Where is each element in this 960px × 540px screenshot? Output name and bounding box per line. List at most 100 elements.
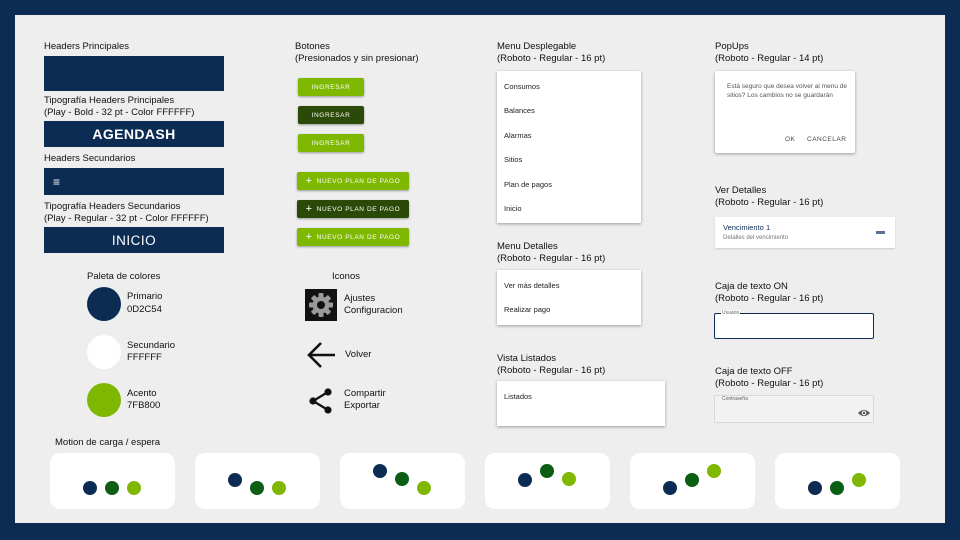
- buttons-label: Botones (Presionados y sin presionar): [295, 41, 419, 64]
- popups-label: PopUps (Roboto - Regular - 14 pt): [715, 41, 824, 64]
- swatch-primario: [87, 287, 121, 321]
- vista-listados: Listados: [497, 381, 665, 426]
- password-field-label: Contraseña: [722, 396, 748, 402]
- nuevo-plan-button[interactable]: + NUEVO PLAN DE PAGO: [297, 172, 409, 190]
- loading-dot: [250, 481, 264, 495]
- loading-dot: [228, 473, 242, 487]
- motion-label: Motion de carga / espera: [55, 437, 161, 448]
- swatch-secundario-name: Secundario: [127, 340, 176, 351]
- plus-icon: +: [305, 175, 313, 187]
- popup-message: Está seguro que desea volver al menu de …: [727, 83, 847, 99]
- icon-volver-label: Volver: [345, 349, 372, 360]
- share-icon[interactable]: [307, 387, 335, 415]
- detail-title: Vencimiento 1: [723, 223, 771, 232]
- popup-cancel-button[interactable]: CANCELAR: [807, 136, 846, 143]
- ingresar-button-label: INGRESAR: [311, 111, 351, 119]
- menu-item-inicio[interactable]: Inicio: [497, 197, 641, 222]
- loading-dot: [83, 481, 97, 495]
- icon-ajustes-label: Ajustes Configuracion: [344, 293, 403, 316]
- menu-item-balances[interactable]: Balances: [497, 99, 641, 124]
- loading-dot: [830, 481, 844, 495]
- loading-frame-6: [775, 453, 900, 509]
- menu-item-realizar-pago[interactable]: Realizar pago: [497, 298, 641, 323]
- header-title-inicio: INICIO: [111, 232, 157, 248]
- header-secundario-sample: ≡: [44, 168, 224, 195]
- swatch-primario-hex: 0D2C54: [127, 304, 162, 315]
- swatch-acento-hex: 7FB800: [127, 400, 161, 411]
- loading-dot: [518, 473, 532, 487]
- header-principal-sample: [44, 56, 224, 91]
- nuevo-plan-button-label: NUEVO PLAN DE PAGO: [316, 177, 401, 185]
- ingresar-button-label: INGRESAR: [311, 139, 351, 147]
- icons-label: Iconos: [332, 271, 360, 282]
- menu-item-alarmas[interactable]: Alarmas: [497, 123, 641, 148]
- detail-subtitle: Detalles del vencimiento: [723, 235, 789, 241]
- loading-frame-3: [340, 453, 465, 509]
- loading-dot: [685, 473, 699, 487]
- loading-dot: [373, 464, 387, 478]
- ver-detalles-label: Ver Detalles (Roboto - Regular - 16 pt): [715, 185, 824, 208]
- eye-icon[interactable]: [857, 405, 871, 416]
- plus-icon: +: [305, 203, 313, 215]
- collapse-icon[interactable]: [876, 231, 885, 234]
- loading-frame-5: [630, 453, 755, 509]
- header-secundario-typo-sample: INICIO: [44, 227, 224, 253]
- ingresar-button[interactable]: INGRESAR: [298, 78, 364, 96]
- palette-label: Paleta de colores: [87, 271, 161, 282]
- detail-card[interactable]: Vencimiento 1 Detalles del vencimiento: [715, 217, 895, 248]
- menu-item-ver-mas-detalles[interactable]: Ver más detalles: [497, 273, 641, 298]
- loading-frame-1: [50, 453, 175, 509]
- popup-dialog: Está seguro que desea volver al menu de …: [715, 71, 855, 153]
- swatch-secundario: [87, 335, 121, 369]
- loading-dot: [540, 464, 554, 478]
- ingresar-button[interactable]: INGRESAR: [298, 134, 364, 152]
- icon-compartir-label: Compartir Exportar: [344, 388, 386, 411]
- headers-secundarios-label: Headers Secundarios: [44, 153, 136, 164]
- plus-icon: +: [305, 231, 313, 243]
- menu-detalles: Ver más detalles Realizar pago: [497, 270, 641, 325]
- usuario-field[interactable]: Usuario: [714, 310, 874, 339]
- typo-secundario-label: Tipografía Headers Secundarios (Play - R…: [44, 201, 209, 224]
- header-title-agendash: AGENDASH: [92, 126, 176, 142]
- swatch-primario-name: Primario: [127, 291, 163, 302]
- menu-detalles-label: Menu Detalles (Roboto - Regular - 16 pt): [497, 241, 606, 264]
- loading-dot: [417, 481, 431, 495]
- loading-dot: [272, 481, 286, 495]
- gear-icon[interactable]: [305, 289, 337, 321]
- headers-principales-label: Headers Principales: [44, 41, 130, 52]
- nuevo-plan-button[interactable]: + NUEVO PLAN DE PAGO: [297, 228, 409, 246]
- style-guide-board: Headers Principales Tipografía Headers P…: [15, 15, 945, 523]
- ingresar-button-label: INGRESAR: [311, 83, 351, 91]
- loading-dot: [562, 472, 576, 486]
- loading-frame-2: [195, 453, 320, 509]
- loading-frame-4: [485, 453, 610, 509]
- ingresar-button-pressed[interactable]: INGRESAR: [298, 106, 364, 124]
- popup-ok-button[interactable]: OK: [785, 136, 795, 143]
- loading-dot: [395, 472, 409, 486]
- typo-principal-label: Tipografía Headers Principales (Play - B…: [44, 95, 195, 118]
- menu-item-plan-de-pagos[interactable]: Plan de pagos: [497, 172, 641, 197]
- usuario-field-label: Usuario: [721, 310, 741, 316]
- loading-dot: [663, 481, 677, 495]
- caja-on-label: Caja de texto ON (Roboto - Regular - 16 …: [715, 281, 824, 304]
- vista-listados-label: Vista Listados (Roboto - Regular - 16 pt…: [497, 353, 606, 376]
- menu-item-sitios[interactable]: Sitios: [497, 148, 641, 173]
- nuevo-plan-button-pressed[interactable]: + NUEVO PLAN DE PAGO: [297, 200, 409, 218]
- list-item[interactable]: Listados: [497, 384, 665, 409]
- swatch-acento: [87, 383, 121, 417]
- loading-dot: [127, 481, 141, 495]
- swatch-acento-name: Acento: [127, 388, 157, 399]
- nuevo-plan-button-label: NUEVO PLAN DE PAGO: [316, 233, 401, 241]
- menu-desplegable: Consumos Balances Alarmas Sitios Plan de…: [497, 71, 641, 223]
- menu-icon[interactable]: ≡: [53, 175, 60, 189]
- loading-dot: [707, 464, 721, 478]
- arrow-left-icon[interactable]: [305, 339, 337, 371]
- password-field[interactable]: Contraseña: [714, 395, 874, 423]
- nuevo-plan-button-label: NUEVO PLAN DE PAGO: [316, 205, 401, 213]
- header-principal-typo-sample: AGENDASH: [44, 121, 224, 147]
- menu-desplegable-label: Menu Desplegable (Roboto - Regular - 16 …: [497, 41, 606, 64]
- menu-item-consumos[interactable]: Consumos: [497, 74, 641, 99]
- loading-dot: [105, 481, 119, 495]
- loading-dot: [852, 473, 866, 487]
- loading-dot: [808, 481, 822, 495]
